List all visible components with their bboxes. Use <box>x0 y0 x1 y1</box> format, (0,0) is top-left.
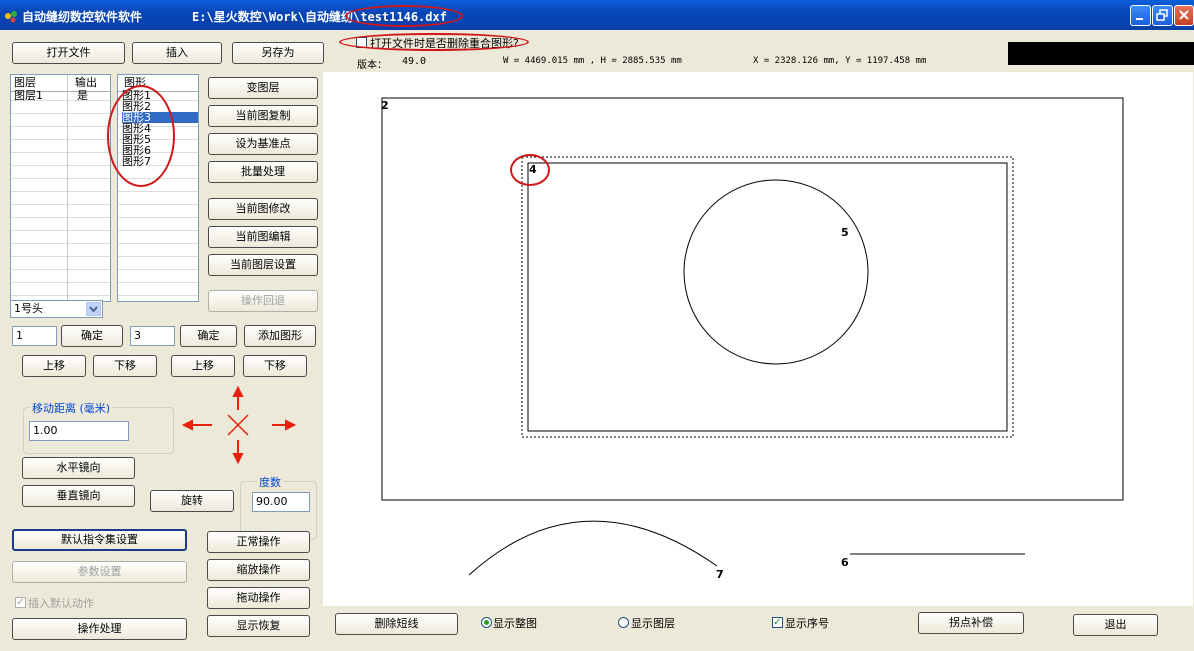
annotation-ellipse <box>339 33 529 51</box>
move-down-button-2[interactable]: 下移 <box>243 355 307 377</box>
confirm-button-1[interactable]: 确定 <box>61 325 123 347</box>
delete-short-lines-button[interactable]: 删除短线 <box>335 613 458 635</box>
head-select[interactable]: 1号头 <box>10 300 103 318</box>
default-command-settings-button[interactable]: 默认指令集设置 <box>12 529 187 551</box>
vertical-mirror-button[interactable]: 垂直镜向 <box>22 485 135 507</box>
move-distance-label: 移动距离 (毫米) <box>30 400 113 416</box>
center-x-icon[interactable] <box>227 414 249 436</box>
close-icon <box>1179 10 1189 20</box>
inner-rectangle[interactable] <box>527 162 1008 432</box>
close-button[interactable] <box>1174 5 1194 26</box>
layer-col-header: 图层 <box>14 76 36 89</box>
annotation-ellipse <box>107 85 175 187</box>
annotation-circle <box>510 154 550 186</box>
status-display <box>1008 42 1194 65</box>
move-up-button-2[interactable]: 上移 <box>171 355 235 377</box>
show-order-label: 显示序号 <box>785 617 829 630</box>
minimize-button[interactable] <box>1130 5 1151 26</box>
edit-current-button[interactable]: 当前图编辑 <box>208 226 318 248</box>
circle-shape[interactable] <box>683 179 869 365</box>
save-as-button[interactable]: 另存为 <box>232 42 324 64</box>
coord-readout: X = 2328.126 mm, Y = 1197.458 mm <box>753 56 927 66</box>
open-file-button[interactable]: 打开文件 <box>12 42 125 64</box>
shape-number-2: 2 <box>381 99 389 112</box>
modify-current-button[interactable]: 当前图修改 <box>208 198 318 220</box>
insert-default-label: 插入默认动作 <box>28 597 94 610</box>
title-bar <box>0 0 1194 30</box>
shape-number-7: 7 <box>716 568 724 581</box>
layer-cell[interactable]: 图层1 <box>14 90 43 101</box>
confirm-button-2[interactable]: 确定 <box>180 325 237 347</box>
move-down-button-1[interactable]: 下移 <box>93 355 157 377</box>
knot-compensation-button[interactable]: 拐点补偿 <box>918 612 1024 634</box>
change-layer-button[interactable]: 变图层 <box>208 77 318 99</box>
move-up-button-1[interactable]: 上移 <box>22 355 86 377</box>
head-select-value: 1号头 <box>14 302 43 315</box>
parameter-settings-button[interactable]: 参数设置 <box>12 561 187 583</box>
shape-number-5: 5 <box>841 226 849 239</box>
degree-input[interactable]: 90.00 <box>252 492 310 512</box>
index-input-1[interactable]: 1 <box>12 326 57 346</box>
shape-number-6: 6 <box>841 556 849 569</box>
drawing-svg[interactable] <box>323 72 1193 606</box>
arc-shape[interactable] <box>468 520 718 576</box>
horizontal-mirror-button[interactable]: 水平镜向 <box>22 457 135 479</box>
output-cell[interactable]: 是 <box>77 90 88 101</box>
annotation-circle <box>345 5 463 27</box>
copy-current-button[interactable]: 当前图复制 <box>208 105 318 127</box>
layer-settings-button[interactable]: 当前图层设置 <box>208 254 318 276</box>
undo-button[interactable]: 操作回退 <box>208 290 318 312</box>
app-icon <box>5 11 17 23</box>
version-label: 版本： <box>357 60 387 71</box>
show-layer-label: 显示图层 <box>631 617 675 630</box>
normal-mode-button[interactable]: 正常操作 <box>207 531 310 553</box>
move-distance-input[interactable]: 1.00 <box>29 421 129 441</box>
version-value: 49.0 <box>402 56 427 67</box>
batch-button[interactable]: 批量处理 <box>208 161 318 183</box>
direction-pad <box>181 385 296 464</box>
show-order-checkbox[interactable]: ✓ <box>772 617 783 628</box>
insert-default-checkbox[interactable]: ✓ <box>15 597 26 608</box>
rotate-button[interactable]: 旋转 <box>150 490 234 512</box>
operation-process-button[interactable]: 操作处理 <box>12 618 187 640</box>
selection-box <box>521 156 1014 438</box>
minimize-icon <box>1136 18 1143 20</box>
output-col-header: 输出 <box>75 76 97 89</box>
restore-button[interactable] <box>1152 5 1173 26</box>
insert-button[interactable]: 插入 <box>132 42 222 64</box>
drawing-canvas[interactable]: 2 4 5 6 7 <box>323 72 1193 606</box>
app-title: 自动缝纫数控软件软件 <box>22 10 143 24</box>
index-input-2[interactable]: 3 <box>130 326 175 346</box>
size-readout: W = 4469.015 mm , H = 2885.535 mm <box>503 56 682 66</box>
degree-label: 度数 <box>257 474 283 490</box>
layer-list[interactable]: 图层 输出 图层1 是 <box>10 74 111 302</box>
set-base-button[interactable]: 设为基准点 <box>208 133 318 155</box>
chevron-down-icon <box>86 302 101 316</box>
exit-button[interactable]: 退出 <box>1073 614 1158 636</box>
zoom-mode-button[interactable]: 缩放操作 <box>207 559 310 581</box>
add-shape-button[interactable]: 添加图形 <box>244 325 316 347</box>
restore-icon <box>1156 9 1168 21</box>
show-layer-radio[interactable] <box>618 617 629 628</box>
show-full-radio[interactable] <box>481 617 492 628</box>
restore-display-button[interactable]: 显示恢复 <box>207 615 310 637</box>
outer-rectangle[interactable] <box>381 97 1124 501</box>
drag-mode-button[interactable]: 拖动操作 <box>207 587 310 609</box>
show-full-label: 显示整图 <box>493 617 537 630</box>
